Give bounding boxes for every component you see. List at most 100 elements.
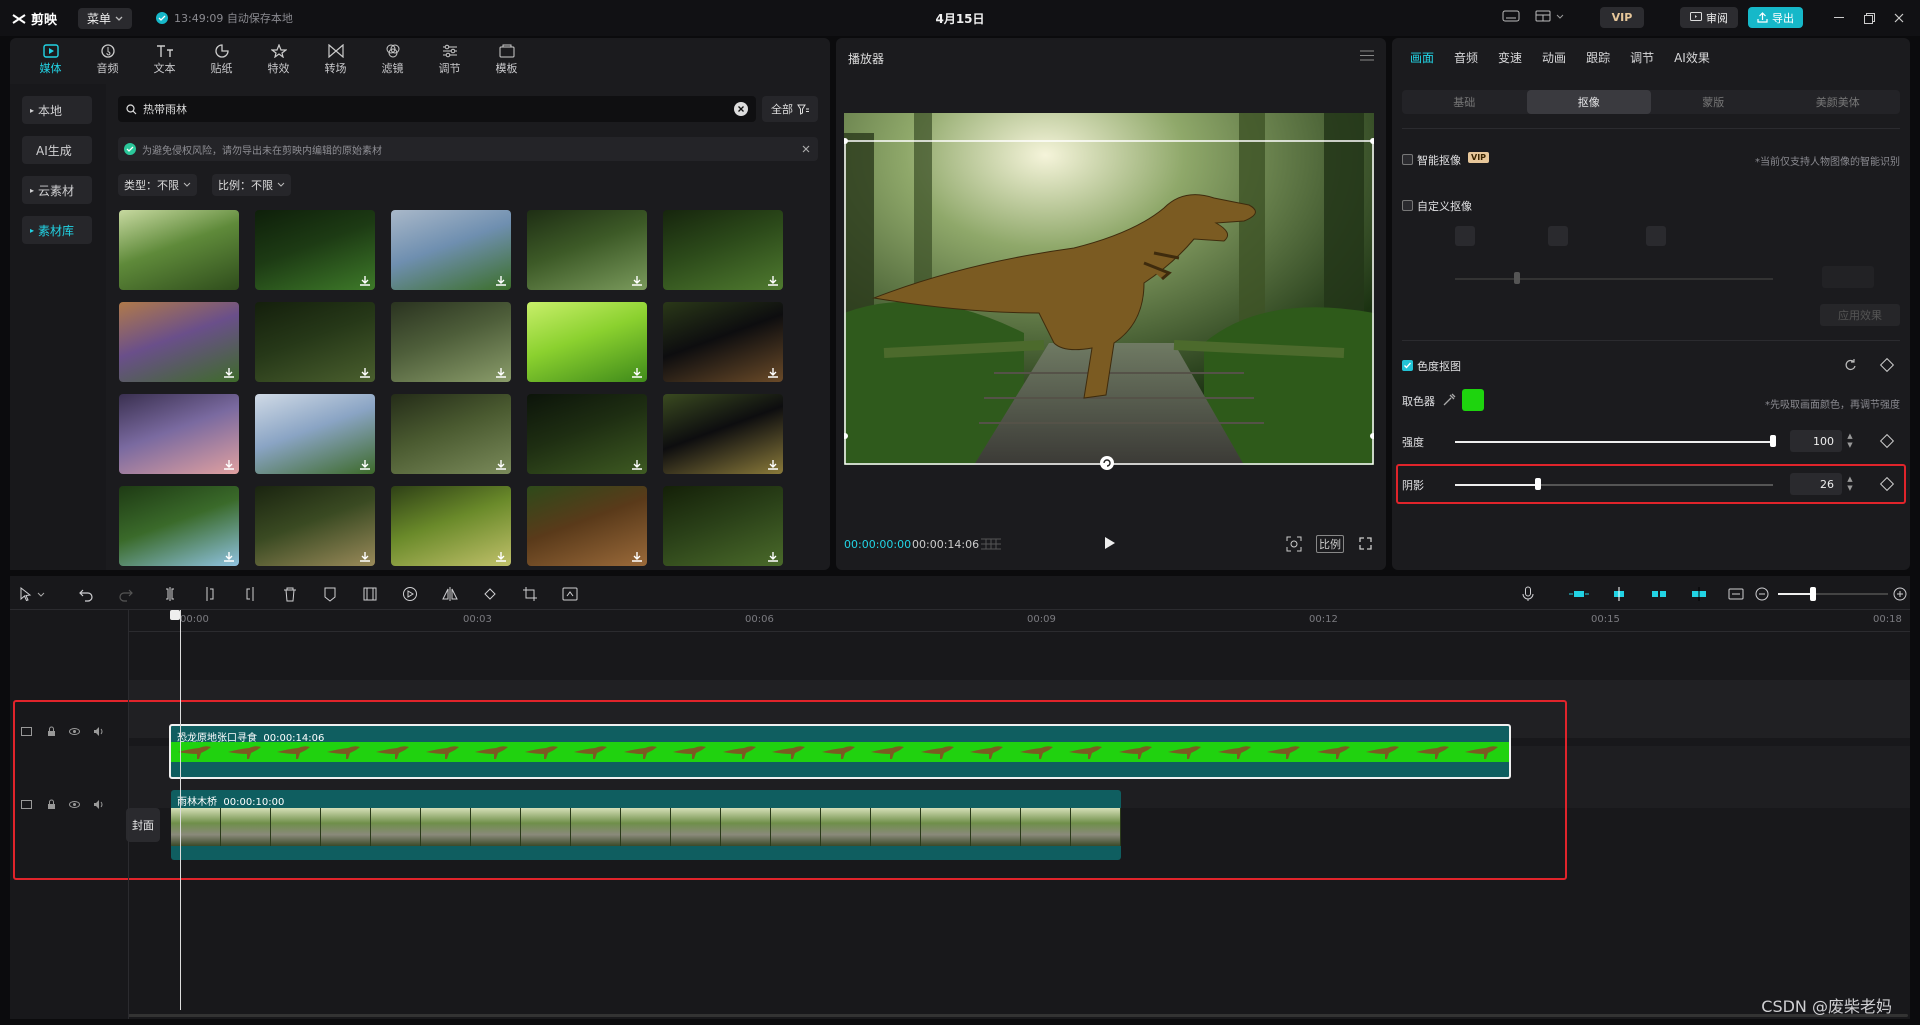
reset-icon[interactable] <box>1844 358 1857 371</box>
delete-icon[interactable] <box>282 586 298 602</box>
tab-adjust[interactable]: 调节 <box>421 38 478 82</box>
custom-cutout-checkbox[interactable] <box>1402 200 1413 211</box>
subtab-beauty[interactable]: 美颜美体 <box>1776 90 1901 114</box>
playhead[interactable] <box>180 610 181 1010</box>
split-icon[interactable] <box>162 586 178 602</box>
brush-tool-button[interactable] <box>1455 226 1475 246</box>
keyboard-icon[interactable] <box>1502 9 1522 27</box>
ratio-filter-dropdown[interactable]: 比例：不限 <box>212 174 291 196</box>
horizontal-scrollbar[interactable] <box>128 1014 1908 1017</box>
tab-audio[interactable]: 音频 <box>79 38 136 82</box>
subtab-cutout[interactable]: 抠像 <box>1526 90 1651 114</box>
video-preview[interactable] <box>844 113 1374 465</box>
rotate-handle-icon[interactable] <box>1099 455 1115 471</box>
smart-cutout-checkbox[interactable] <box>1402 154 1413 165</box>
tab-speed[interactable]: 变速 <box>1488 38 1532 76</box>
material-thumbnail[interactable] <box>255 302 375 382</box>
brush-size-input[interactable] <box>1822 266 1874 288</box>
brush-size-knob[interactable] <box>1514 272 1520 284</box>
linkage-icon[interactable] <box>1648 586 1670 602</box>
material-thumbnail[interactable] <box>119 210 239 290</box>
download-icon[interactable] <box>359 275 371 287</box>
download-icon[interactable] <box>359 367 371 379</box>
material-thumbnail[interactable] <box>391 486 511 566</box>
eraser-tool-button[interactable] <box>1548 226 1568 246</box>
strength-slider-knob[interactable] <box>1770 435 1776 447</box>
download-icon[interactable] <box>631 275 643 287</box>
zoom-out-icon[interactable] <box>1754 586 1770 602</box>
rotate-icon[interactable] <box>482 586 498 602</box>
download-icon[interactable] <box>631 551 643 563</box>
material-thumbnail[interactable] <box>255 394 375 474</box>
subtab-mask[interactable]: 蒙版 <box>1651 90 1776 114</box>
material-thumbnail[interactable] <box>663 210 783 290</box>
tab-transition[interactable]: 转场 <box>307 38 364 82</box>
download-icon[interactable] <box>223 367 235 379</box>
select-cursor-icon[interactable] <box>18 586 34 602</box>
play-icon[interactable] <box>1104 536 1116 550</box>
smart-crop-icon[interactable] <box>562 586 578 602</box>
tab-ai-effects[interactable]: AI效果 <box>1664 38 1720 76</box>
redo-icon[interactable] <box>118 586 134 602</box>
picked-color-swatch[interactable] <box>1462 389 1484 411</box>
minimize-icon[interactable] <box>1830 9 1848 27</box>
material-thumbnail[interactable] <box>119 302 239 382</box>
vip-button[interactable]: VIP <box>1600 7 1644 28</box>
download-icon[interactable] <box>495 367 507 379</box>
freeze-frame-icon[interactable] <box>362 586 378 602</box>
microphone-icon[interactable] <box>1520 586 1536 602</box>
preview-axis-icon[interactable] <box>1688 586 1710 602</box>
reset-tool-button[interactable] <box>1646 226 1666 246</box>
download-icon[interactable] <box>767 275 779 287</box>
undo-icon[interactable] <box>78 586 94 602</box>
mirror-icon[interactable] <box>442 586 458 602</box>
tab-effects[interactable]: 特效 <box>250 38 307 82</box>
search-input[interactable]: 热带雨林 <box>118 96 756 122</box>
side-item-local[interactable]: ▸ 本地 <box>22 96 92 124</box>
download-icon[interactable] <box>631 459 643 471</box>
material-thumbnail[interactable] <box>663 394 783 474</box>
tab-text[interactable]: 文本 <box>136 38 193 82</box>
material-thumbnail[interactable] <box>527 486 647 566</box>
material-thumbnail[interactable] <box>255 210 375 290</box>
download-icon[interactable] <box>767 367 779 379</box>
timeline-grid-icon[interactable] <box>980 538 1002 550</box>
apply-effect-button[interactable]: 应用效果 <box>1820 304 1900 326</box>
subtab-basic[interactable]: 基础 <box>1402 90 1527 114</box>
download-icon[interactable] <box>631 367 643 379</box>
strength-stepper[interactable]: ▲ ▼ <box>1845 430 1855 452</box>
shadow-stepper[interactable]: ▲ ▼ <box>1845 473 1855 495</box>
chevron-down-icon[interactable] <box>36 586 46 602</box>
download-icon[interactable] <box>223 551 235 563</box>
close-notice-icon[interactable] <box>802 145 810 153</box>
download-icon[interactable] <box>767 551 779 563</box>
tab-animation[interactable]: 动画 <box>1532 38 1576 76</box>
side-item-ai-generate[interactable]: AI生成 <box>22 136 92 164</box>
side-item-library[interactable]: ▸ 素材库 <box>22 216 92 244</box>
tab-template[interactable]: 模板 <box>478 38 535 82</box>
thumbnail-toggle-icon[interactable] <box>1728 586 1744 602</box>
clear-search-icon[interactable] <box>734 102 748 116</box>
reverse-icon[interactable] <box>402 586 418 602</box>
material-thumbnail[interactable] <box>119 486 239 566</box>
review-button[interactable]: 审阅 <box>1680 7 1738 28</box>
filter-all-button[interactable]: 全部 <box>762 96 818 122</box>
main-track-magnet-icon[interactable] <box>1568 586 1590 602</box>
material-thumbnail[interactable] <box>527 394 647 474</box>
material-thumbnail[interactable] <box>527 210 647 290</box>
time-ruler[interactable]: 00:00 00:03 00:06 00:09 00:12 00:15 00:1… <box>128 610 1910 632</box>
download-icon[interactable] <box>767 459 779 471</box>
download-icon[interactable] <box>495 275 507 287</box>
material-thumbnail[interactable] <box>391 394 511 474</box>
tab-picture[interactable]: 画面 <box>1400 38 1444 76</box>
zoom-slider-knob[interactable] <box>1810 587 1816 601</box>
download-icon[interactable] <box>223 459 235 471</box>
keyframe-diamond-icon[interactable] <box>1879 357 1895 373</box>
tab-media[interactable]: 媒体 <box>22 38 79 82</box>
material-thumbnail[interactable] <box>391 210 511 290</box>
playhead-handle[interactable] <box>170 610 180 620</box>
close-icon[interactable] <box>1890 9 1908 27</box>
material-thumbnail[interactable] <box>663 486 783 566</box>
download-icon[interactable] <box>359 551 371 563</box>
shadow-input[interactable]: 26 <box>1790 473 1842 495</box>
